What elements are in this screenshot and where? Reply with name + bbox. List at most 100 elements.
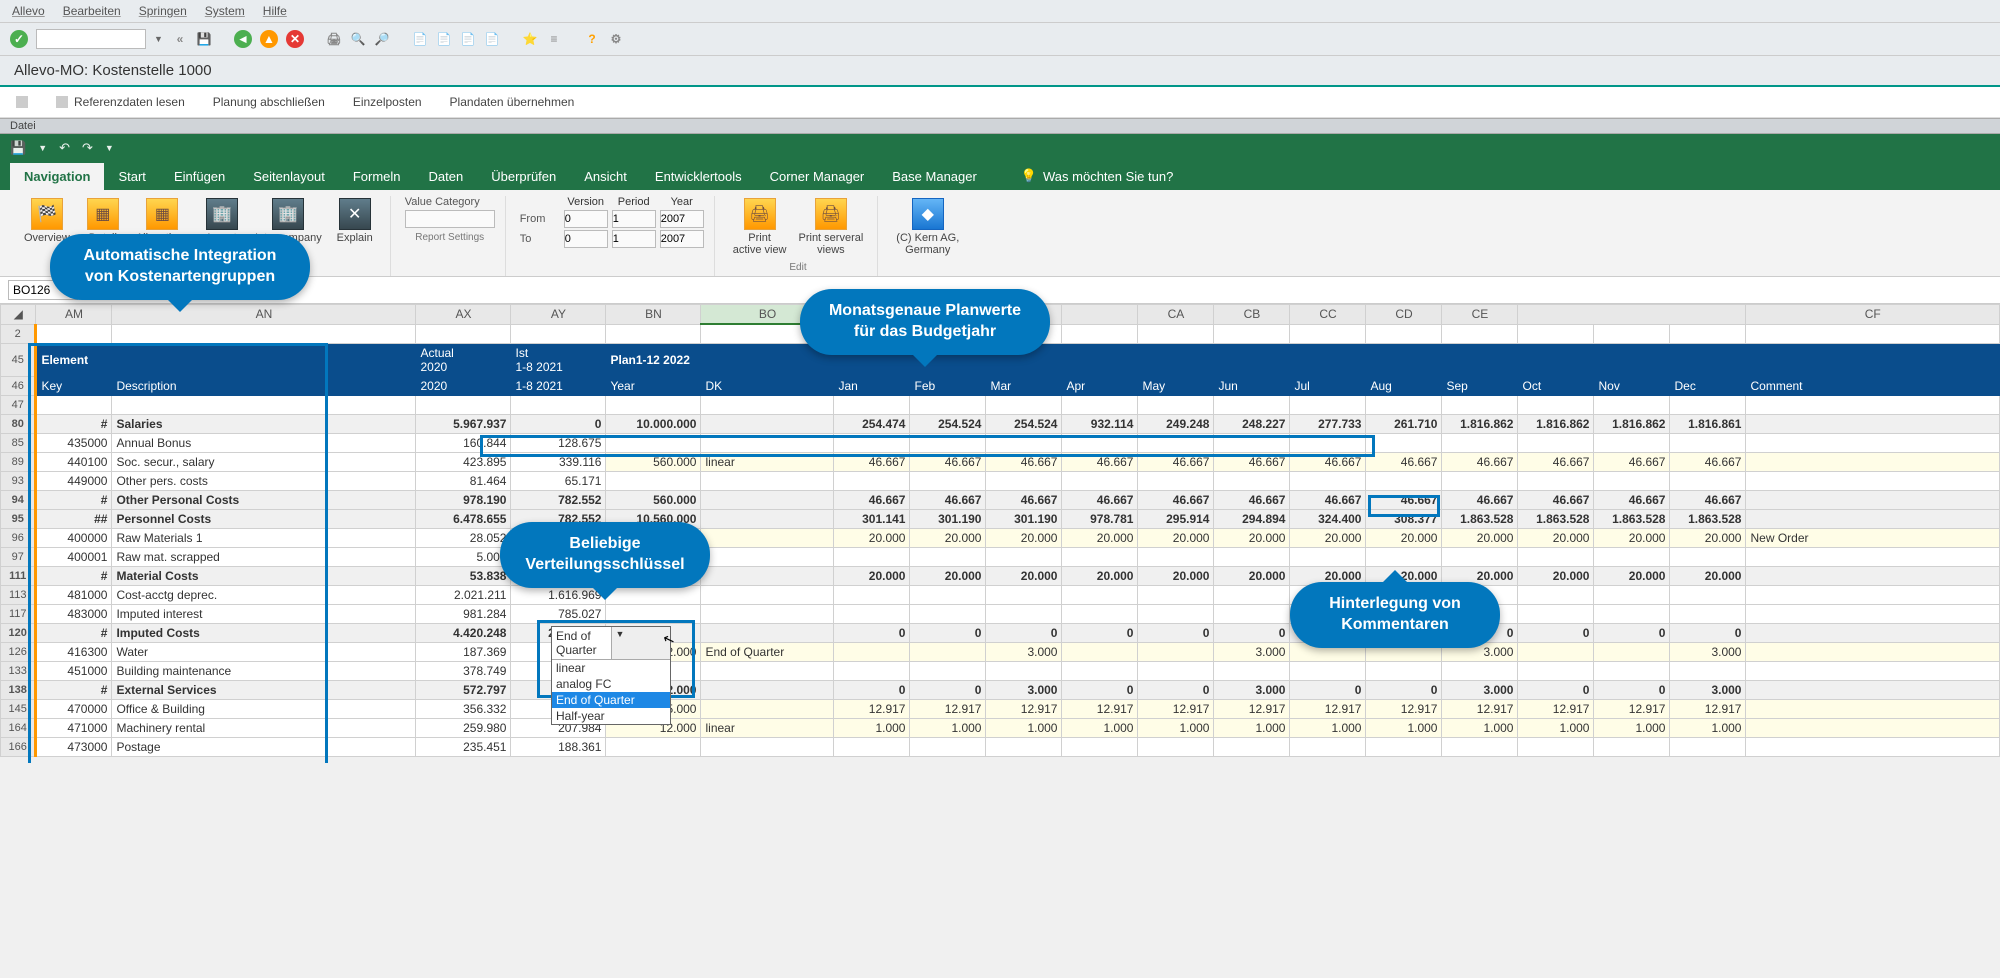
cell-month[interactable]: 294.894 <box>1214 509 1290 528</box>
qa-dd-icon[interactable]: ▼ <box>38 143 47 153</box>
tab-einfuegen[interactable]: Einfügen <box>160 163 239 190</box>
row-head[interactable]: 94 <box>1 490 36 509</box>
cell-month[interactable] <box>834 661 910 680</box>
cell-dk[interactable] <box>701 528 834 547</box>
cell-dk[interactable] <box>701 737 834 756</box>
cell-desc[interactable] <box>112 395 416 414</box>
action-close-planning[interactable]: Planung abschließen <box>213 95 325 109</box>
cell-month[interactable] <box>1062 661 1138 680</box>
cell-month[interactable] <box>986 737 1062 756</box>
cell-month[interactable]: 1.000 <box>1138 718 1214 737</box>
row-head[interactable]: 126 <box>1 642 36 661</box>
from-period[interactable] <box>612 210 656 228</box>
cell-month[interactable]: 46.667 <box>1214 490 1290 509</box>
cell-month[interactable] <box>834 547 910 566</box>
menu-springen[interactable]: Springen <box>139 4 187 18</box>
cell-key[interactable]: # <box>36 566 112 585</box>
cell-dk[interactable] <box>701 509 834 528</box>
cell-dk[interactable] <box>701 490 834 509</box>
cell-month[interactable]: 20.000 <box>1138 528 1214 547</box>
cell-key[interactable]: 473000 <box>36 737 112 756</box>
cell-desc[interactable]: Cost-acctg deprec. <box>112 585 416 604</box>
cell-month[interactable]: 12.917 <box>1670 699 1746 718</box>
cell-dk[interactable] <box>701 623 834 642</box>
qa-dd2-icon[interactable]: ▼ <box>105 143 114 153</box>
cell-month[interactable]: 46.667 <box>910 452 986 471</box>
cell-comment[interactable] <box>1746 395 2000 414</box>
exit-icon[interactable]: ▲ <box>260 30 278 48</box>
cell-month[interactable]: 12.917 <box>834 699 910 718</box>
cell-comment[interactable] <box>1746 699 2000 718</box>
row-head[interactable]: 117 <box>1 604 36 623</box>
cell-month[interactable] <box>1594 585 1670 604</box>
menu-allevo[interactable]: Allevo <box>12 4 45 18</box>
tab-seitenlayout[interactable]: Seitenlayout <box>239 163 339 190</box>
save2-icon[interactable]: 💾 <box>196 30 212 48</box>
cell-month[interactable] <box>1138 737 1214 756</box>
cell-dk[interactable] <box>701 699 834 718</box>
cell-desc[interactable]: Machinery rental <box>112 718 416 737</box>
cell-month[interactable] <box>1214 585 1290 604</box>
cell-month[interactable] <box>834 471 910 490</box>
cell-actual[interactable]: 423.895 <box>416 452 511 471</box>
cell-month[interactable] <box>986 433 1062 452</box>
col-AY[interactable]: AY <box>511 305 606 325</box>
cell-month[interactable] <box>1214 433 1290 452</box>
cell-month[interactable] <box>910 642 986 661</box>
cell-desc[interactable]: Raw mat. scrapped <box>112 547 416 566</box>
cell-month[interactable]: 46.667 <box>910 490 986 509</box>
cell-month[interactable] <box>986 661 1062 680</box>
row-head[interactable]: 138 <box>1 680 36 699</box>
cell-key[interactable]: 435000 <box>36 433 112 452</box>
cell-year[interactable] <box>606 471 701 490</box>
cell-month[interactable]: 3.000 <box>1670 642 1746 661</box>
cell-comment[interactable] <box>1746 490 2000 509</box>
cell-actual[interactable]: 572.797 <box>416 680 511 699</box>
dd-opt-eoq[interactable]: End of Quarter <box>552 692 670 708</box>
cell-month[interactable]: 20.000 <box>1214 528 1290 547</box>
cell-month[interactable] <box>1214 395 1290 414</box>
cell-month[interactable]: 0 <box>1518 623 1594 642</box>
to-version[interactable] <box>564 230 608 248</box>
cell-dk[interactable] <box>701 680 834 699</box>
cell-dk[interactable] <box>701 433 834 452</box>
cell-month[interactable] <box>1062 471 1138 490</box>
cell-month[interactable]: 1.816.861 <box>1670 414 1746 433</box>
cell-month[interactable] <box>834 604 910 623</box>
cell-month[interactable]: 46.667 <box>1442 452 1518 471</box>
to-year[interactable] <box>660 230 704 248</box>
btn-kern[interactable]: ◆(C) Kern AG, Germany <box>892 196 963 258</box>
cell-key[interactable]: 440100 <box>36 452 112 471</box>
cell-comment[interactable] <box>1746 566 2000 585</box>
cell-month[interactable] <box>1062 324 1138 343</box>
cell-month[interactable] <box>1518 737 1594 756</box>
cell-month[interactable] <box>1594 661 1670 680</box>
cell-month[interactable]: 1.000 <box>910 718 986 737</box>
row-head[interactable]: 164 <box>1 718 36 737</box>
cell-comment[interactable] <box>1746 414 2000 433</box>
cell-month[interactable] <box>910 604 986 623</box>
cell-month[interactable]: 277.733 <box>1290 414 1366 433</box>
cell-month[interactable]: 254.474 <box>834 414 910 433</box>
cell-desc[interactable]: Imputed Costs <box>112 623 416 642</box>
cell-month[interactable] <box>910 547 986 566</box>
cell-actual[interactable]: 235.451 <box>416 737 511 756</box>
cell-month[interactable]: 978.781 <box>1062 509 1138 528</box>
col-CC[interactable]: CC <box>1290 305 1366 325</box>
cell-month[interactable]: 0 <box>1670 623 1746 642</box>
cell-month[interactable]: 12.917 <box>986 699 1062 718</box>
cell-comment[interactable] <box>1746 680 2000 699</box>
cell-month[interactable]: 295.914 <box>1138 509 1214 528</box>
cell-month[interactable]: 20.000 <box>1670 528 1746 547</box>
cell-month[interactable]: 20.000 <box>1594 528 1670 547</box>
cell-month[interactable] <box>986 395 1062 414</box>
cell-month[interactable] <box>1670 471 1746 490</box>
cell-ist[interactable]: 188.361 <box>511 737 606 756</box>
cell-month[interactable]: 20.000 <box>1214 566 1290 585</box>
cell-key[interactable]: 471000 <box>36 718 112 737</box>
cell-month[interactable] <box>1138 471 1214 490</box>
cell-month[interactable] <box>1290 471 1366 490</box>
cell-actual[interactable]: 5.000 <box>416 547 511 566</box>
cell-key[interactable]: 400001 <box>36 547 112 566</box>
action-lineitems[interactable]: Einzelposten <box>353 95 422 109</box>
